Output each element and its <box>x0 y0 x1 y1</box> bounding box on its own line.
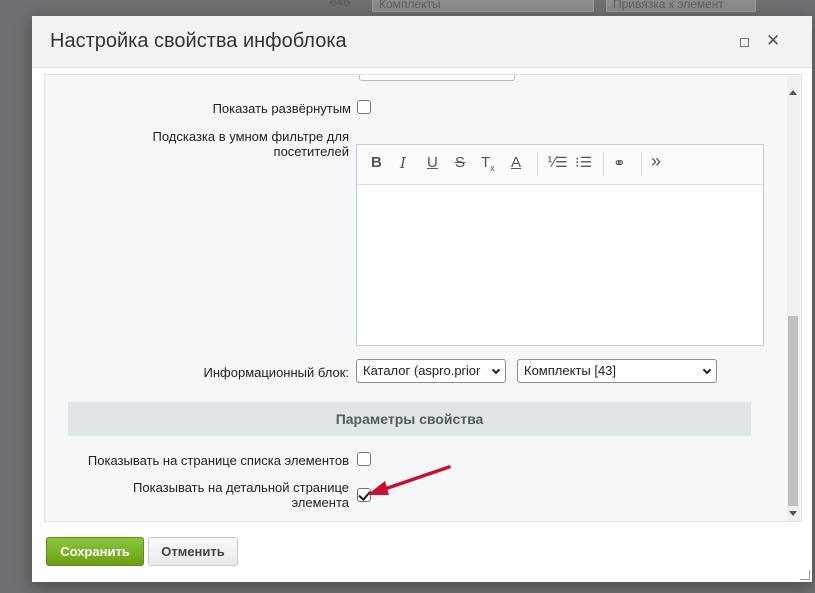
section-header: Параметры свойства <box>68 402 751 436</box>
link-icon[interactable]: ⚭ <box>613 154 626 172</box>
scrollbar[interactable] <box>787 75 800 521</box>
editor-toolbar: B I U S Tx A ⅟☰ ⁝☰ ⚭ » <box>357 145 763 185</box>
infoblock-value: Комплекты [43] <box>524 363 617 378</box>
dialog-content[interactable]: Показать развёрнутым Подсказка в умном ф… <box>44 74 802 522</box>
bg-row-number: 646 <box>330 0 351 9</box>
toolbar-divider <box>537 152 538 176</box>
infoblock-type-select[interactable]: Каталог (aspro.prior <box>356 359 506 383</box>
show-expanded-checkbox[interactable] <box>357 100 371 114</box>
bg-select: Привязка к элемент <box>606 0 756 12</box>
chevron-down-icon <box>702 365 712 375</box>
bg-field: Комплекты <box>372 0 594 12</box>
show-in-detail-label: Показывать на детальной странице элемент… <box>133 480 349 510</box>
unordered-list-icon[interactable]: ⁝☰ <box>575 154 592 171</box>
infoblock-label: Информационный блок: <box>203 365 349 380</box>
cut-off-field[interactable] <box>359 75 515 81</box>
italic-icon[interactable]: I <box>400 154 406 172</box>
show-in-list-label: Показывать на странице списка элементов <box>87 453 349 468</box>
save-button[interactable]: Сохранить <box>46 537 144 566</box>
font-color-icon[interactable]: A <box>511 154 521 171</box>
infoblock-select[interactable]: Комплекты [43] <box>517 359 717 383</box>
infoblock-type-value: Каталог (aspro.prior <box>363 363 481 378</box>
property-settings-dialog: Настройка свойства инфоблока ✕ Показать … <box>32 16 812 582</box>
bold-icon[interactable]: B <box>371 154 382 171</box>
scroll-thumb[interactable] <box>788 316 798 506</box>
scroll-up-icon[interactable] <box>789 90 797 95</box>
chevron-down-icon <box>491 365 501 375</box>
cancel-button[interactable]: Отменить <box>148 537 238 566</box>
close-icon[interactable]: ✕ <box>766 32 780 50</box>
toolbar-divider <box>603 152 604 176</box>
scroll-down-icon[interactable] <box>789 511 797 516</box>
ordered-list-icon[interactable]: ⅟☰ <box>547 154 568 171</box>
strikethrough-icon[interactable]: S <box>455 154 465 171</box>
toolbar-divider <box>641 152 642 176</box>
hint-label: Подсказка в умном фильтре для посетителе… <box>152 129 349 159</box>
maximize-icon[interactable] <box>740 38 749 47</box>
dialog-header: Настройка свойства инфоблока ✕ <box>32 16 812 68</box>
show-expanded-label: Показать развёрнутым <box>212 101 351 116</box>
hint-editor[interactable]: B I U S Tx A ⅟☰ ⁝☰ ⚭ » <box>356 144 764 346</box>
annotation-arrow-icon <box>367 465 451 495</box>
dialog-title: Настройка свойства инфоблока <box>50 30 347 52</box>
resize-handle[interactable] <box>800 570 810 580</box>
clear-format-icon[interactable]: Tx <box>481 154 495 173</box>
underline-icon[interactable]: U <box>427 154 438 171</box>
more-icon[interactable]: » <box>651 151 661 172</box>
